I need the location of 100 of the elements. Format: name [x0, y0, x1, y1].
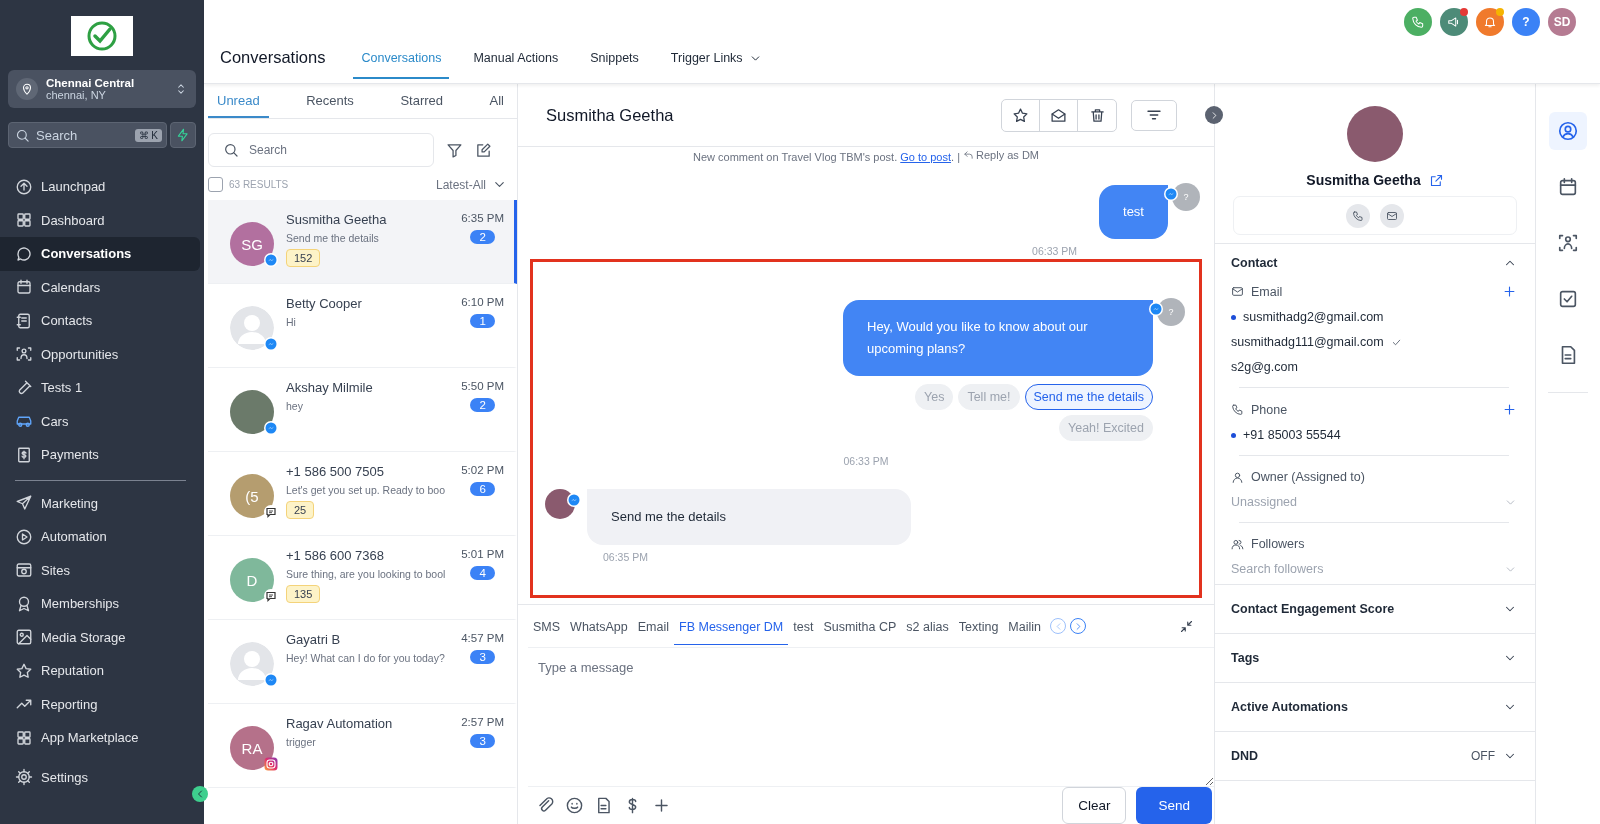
users-icon [1231, 537, 1244, 551]
channel-tab[interactable]: WhatsApp [565, 607, 633, 645]
messenger-badge-icon [567, 492, 581, 507]
conversation-item[interactable]: (5 +1 586 500 7505 Let's get you set up. Ready to boo 25 5:02 PM 6 [208, 452, 517, 536]
plus-icon[interactable] [1502, 402, 1517, 417]
nav-item[interactable]: Payments [0, 438, 204, 472]
conversation-item[interactable]: SG Susmitha Geetha Send me the details 152 6:35 PM 2 [208, 200, 517, 284]
channel-tab[interactable]: test [788, 607, 819, 645]
header-tab[interactable]: Conversations [353, 51, 450, 79]
channel-tab[interactable]: SMS [528, 607, 566, 645]
bell-button[interactable] [1476, 8, 1504, 36]
emoji-icon[interactable] [565, 796, 584, 815]
filter-tab[interactable]: All [480, 84, 513, 118]
message-badge-icon [264, 505, 278, 519]
check-square-icon [1557, 288, 1579, 310]
message-preview: Let's get you set up. Ready to boo [286, 484, 447, 496]
send-button[interactable]: Send [1136, 787, 1212, 824]
paperclip-icon[interactable] [536, 796, 555, 815]
logo[interactable] [71, 16, 133, 56]
unread-count: 3 [470, 734, 495, 748]
messenger-badge-icon [264, 337, 278, 351]
channel-tab[interactable]: Email [632, 607, 675, 645]
channel-tab[interactable]: Mailin [1003, 607, 1046, 645]
conversation-item[interactable]: Betty Cooper Hi 6:10 PM 1 [208, 284, 517, 368]
person-silhouette-icon [230, 642, 274, 686]
select-all-checkbox[interactable] [208, 177, 223, 192]
email-button[interactable] [1380, 203, 1404, 228]
plus-icon[interactable] [1502, 284, 1517, 299]
section-title: Tags [1231, 651, 1260, 665]
nav-item[interactable]: Media Storage [0, 620, 204, 654]
header-tab[interactable]: Snippets [582, 51, 647, 79]
megaphone-icon [1447, 15, 1461, 29]
nav-item[interactable]: Memberships [0, 587, 204, 621]
phone-button[interactable] [1404, 8, 1432, 36]
reply-as-dm-link[interactable]: Reply as DM [963, 149, 1040, 161]
nav-item[interactable]: Contacts [0, 304, 204, 338]
nav-item[interactable]: Tests 1 [0, 371, 204, 405]
filter-button[interactable] [1131, 99, 1177, 131]
upload-circle-icon [15, 177, 33, 196]
nav-item[interactable]: Dashboard [0, 203, 204, 237]
plus-icon[interactable] [652, 796, 671, 815]
channel-tab[interactable]: Susmitha CP [818, 607, 902, 645]
nav-item[interactable]: Automation [0, 520, 204, 554]
email-address: s2g@g.com [1231, 360, 1298, 374]
filter-icon[interactable] [446, 141, 463, 159]
message-bubble: Hey, Would you like to know about our upcoming plans? [843, 299, 1153, 376]
message-time: 2:57 PM [461, 716, 504, 728]
header-tab[interactable]: Trigger Links [662, 51, 770, 79]
message-bubble: test [1099, 184, 1168, 239]
nav-item[interactable]: Cars [0, 404, 204, 438]
messenger-badge-icon [264, 673, 278, 687]
clear-button[interactable]: Clear [1062, 787, 1127, 824]
channel-tab[interactable]: Texting [953, 607, 1004, 645]
message-time: 06:35 PM [603, 550, 649, 563]
nav-item[interactable]: Conversations [0, 237, 200, 271]
sort-dropdown[interactable]: Latest-All [435, 177, 486, 192]
nav-item[interactable]: Reporting [0, 687, 204, 721]
conversation-item[interactable]: RA Ragav Automation trigger 2:57 PM 3 [208, 704, 517, 788]
collapse-sidebar-button[interactable] [192, 786, 208, 802]
search-field[interactable]: Search [208, 133, 434, 167]
conversation-item[interactable]: Gayatri B Hey! What can I do for you today? 4:57 PM 3 [208, 620, 517, 704]
initials-avatar: D [230, 558, 274, 602]
help-button[interactable]: ? [1512, 8, 1540, 36]
quick-reply-chip[interactable]: Send me the details [1024, 383, 1153, 410]
unread-count: 6 [470, 482, 495, 496]
nav-item[interactable]: Opportunities [0, 337, 204, 371]
message-badge-icon [264, 589, 278, 603]
search-field[interactable]: Search ⌘ K [8, 122, 167, 148]
message-preview: Hi [286, 316, 297, 328]
collapse-arrows-icon[interactable] [1179, 618, 1194, 634]
panel-tab[interactable] [1549, 112, 1587, 150]
filter-tab[interactable]: Recents [297, 84, 363, 118]
nav-item[interactable]: Launchpad [0, 170, 204, 204]
filter-tab[interactable]: Unread [208, 84, 269, 118]
unread-count: 2 [470, 230, 495, 244]
header-tab[interactable]: Manual Actions [465, 51, 567, 79]
external-link-icon[interactable] [1428, 172, 1444, 188]
nav-item[interactable]: Marketing [0, 486, 204, 520]
filter-tab[interactable]: Starred [391, 84, 452, 118]
nav-item[interactable]: App Marketplace [0, 721, 204, 755]
contact-name: +1 586 500 7505 [286, 464, 385, 479]
compose-icon[interactable] [475, 141, 492, 159]
expand-panel-button[interactable] [1205, 106, 1223, 124]
call-button[interactable] [1346, 203, 1370, 228]
location-switcher[interactable]: Chennai Central chennai, NY [8, 70, 196, 108]
nav-item[interactable]: Reputation [0, 654, 204, 688]
nav-item[interactable]: Calendars [0, 270, 204, 304]
nav-item[interactable]: Settings [0, 760, 204, 794]
contact-name: Ragav Automation [286, 716, 394, 731]
settings-icon [15, 768, 33, 787]
nav-item[interactable]: Sites [0, 553, 204, 587]
conversation-item[interactable]: D +1 586 600 7368 Sure thing, are you looking to bool 135 5:01 PM 4 [208, 536, 517, 620]
quick-action-button[interactable] [170, 122, 196, 148]
section-value: OFF [1471, 749, 1495, 763]
conversation-item[interactable]: Akshay Milmile hey 5:50 PM 2 [208, 368, 517, 452]
message-time: 6:10 PM [461, 296, 504, 308]
envelope-icon [1386, 209, 1398, 222]
megaphone-button[interactable] [1440, 8, 1468, 36]
channel-tab[interactable]: s2 alias [901, 607, 954, 645]
channel-tab[interactable]: FB Messenger DM [674, 607, 789, 645]
